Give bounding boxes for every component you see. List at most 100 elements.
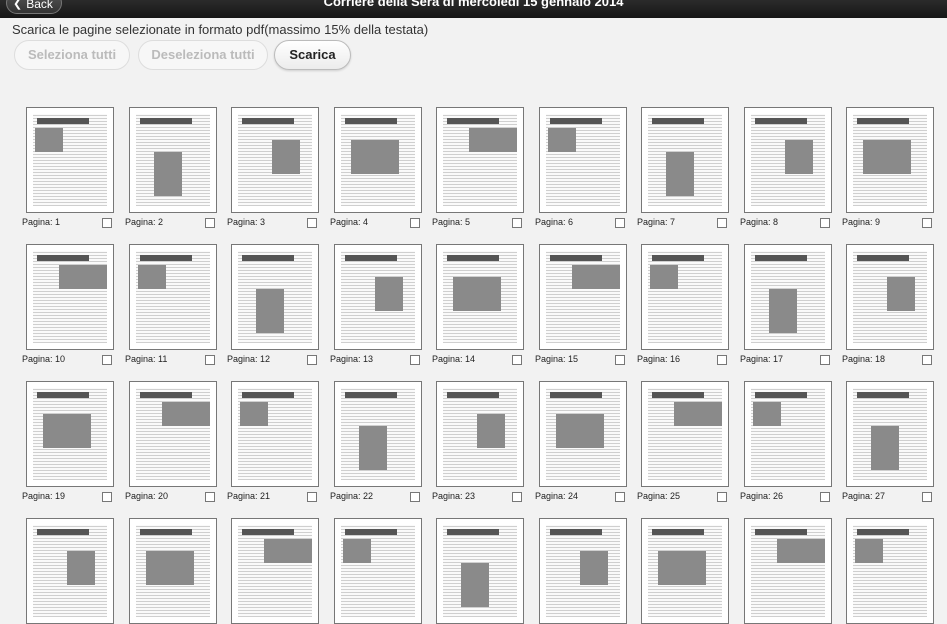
page-preview-photo	[658, 551, 706, 585]
page-label: Pagina: 9	[842, 217, 881, 227]
page-thumbnail[interactable]	[436, 244, 524, 350]
page-thumbnail[interactable]	[436, 107, 524, 213]
page-select-checkbox[interactable]	[410, 355, 420, 365]
page-select-checkbox[interactable]	[512, 355, 522, 365]
page-thumbnail[interactable]	[231, 518, 319, 624]
page-thumbnail[interactable]	[26, 107, 114, 213]
page-preview-headline	[857, 392, 909, 398]
page-preview-photo	[67, 551, 95, 585]
page-thumbnail[interactable]	[846, 381, 934, 487]
page-thumbnail[interactable]	[26, 381, 114, 487]
page-thumbnail[interactable]	[641, 518, 729, 624]
page-preview-headline	[345, 392, 397, 398]
page-preview-photo	[469, 128, 517, 152]
page-thumbnail[interactable]	[334, 107, 422, 213]
page-select-checkbox[interactable]	[615, 218, 625, 228]
page-select-checkbox[interactable]	[205, 492, 215, 502]
page-thumbnail[interactable]	[641, 381, 729, 487]
page-preview-headline	[652, 529, 704, 535]
page-thumbnail[interactable]	[231, 244, 319, 350]
page-select-checkbox[interactable]	[717, 218, 727, 228]
page-preview-headline	[242, 255, 294, 261]
page-select-checkbox[interactable]	[922, 355, 932, 365]
page-select-checkbox[interactable]	[512, 492, 522, 502]
page-thumbnail[interactable]	[744, 244, 832, 350]
page-label: Pagina: 11	[125, 354, 168, 364]
page-thumbnail[interactable]	[129, 518, 217, 624]
page-select-checkbox[interactable]	[102, 492, 112, 502]
page-preview-headline	[447, 255, 499, 261]
page-thumbnail[interactable]	[744, 381, 832, 487]
page-label: Pagina: 3	[227, 217, 266, 227]
page-label: Pagina: 6	[535, 217, 574, 227]
page-preview-headline	[652, 392, 704, 398]
page-preview-headline	[755, 255, 807, 261]
page-select-checkbox[interactable]	[922, 218, 932, 228]
page-select-checkbox[interactable]	[717, 492, 727, 502]
page-thumbnail[interactable]	[436, 518, 524, 624]
page-preview-photo	[461, 563, 489, 607]
page-preview-headline	[242, 118, 294, 124]
page-preview-headline	[345, 529, 397, 535]
page-thumbnail[interactable]	[231, 107, 319, 213]
page-preview-headline	[37, 529, 89, 535]
page-select-checkbox[interactable]	[922, 492, 932, 502]
page-thumbnail[interactable]	[129, 381, 217, 487]
page-select-checkbox[interactable]	[615, 492, 625, 502]
page-thumbnail[interactable]	[231, 381, 319, 487]
page-thumbnail[interactable]	[26, 244, 114, 350]
page-thumbnail[interactable]	[641, 107, 729, 213]
page-select-checkbox[interactable]	[820, 218, 830, 228]
page-thumbnail[interactable]	[846, 107, 934, 213]
page-preview-photo	[777, 539, 825, 563]
page-select-checkbox[interactable]	[717, 355, 727, 365]
page-select-checkbox[interactable]	[307, 492, 317, 502]
page-thumbnail[interactable]	[539, 518, 627, 624]
page-select-checkbox[interactable]	[102, 218, 112, 228]
page-preview-headline	[652, 255, 704, 261]
page-preview-photo	[548, 128, 576, 152]
page-preview-photo	[572, 265, 620, 289]
page-thumbnail[interactable]	[539, 244, 627, 350]
page-select-checkbox[interactable]	[102, 355, 112, 365]
page-select-checkbox[interactable]	[205, 218, 215, 228]
page-select-checkbox[interactable]	[205, 355, 215, 365]
page-select-checkbox[interactable]	[307, 218, 317, 228]
page-thumbnail[interactable]	[129, 244, 217, 350]
page-thumbnail[interactable]	[129, 107, 217, 213]
page-thumbnail[interactable]	[436, 381, 524, 487]
page-thumbnail[interactable]	[744, 107, 832, 213]
page-thumbnail[interactable]	[744, 518, 832, 624]
page-select-checkbox[interactable]	[512, 218, 522, 228]
page-thumbnail[interactable]	[846, 244, 934, 350]
page-preview-headline	[140, 529, 192, 535]
page-select-checkbox[interactable]	[307, 355, 317, 365]
page-label: Pagina: 19	[22, 491, 66, 501]
page-preview-headline	[140, 118, 192, 124]
page-preview-headline	[755, 392, 807, 398]
page-preview-headline	[242, 392, 294, 398]
page-thumbnail[interactable]	[334, 244, 422, 350]
page-preview-headline	[755, 118, 807, 124]
page-preview-photo	[453, 277, 501, 311]
page-select-checkbox[interactable]	[820, 355, 830, 365]
page-preview-photo	[871, 426, 899, 470]
page-thumbnail[interactable]	[26, 518, 114, 624]
page-select-checkbox[interactable]	[820, 492, 830, 502]
page-label: Pagina: 24	[535, 491, 579, 501]
page-thumbnail[interactable]	[539, 107, 627, 213]
page-thumbnail[interactable]	[334, 381, 422, 487]
page-select-checkbox[interactable]	[410, 492, 420, 502]
page-preview-headline	[447, 392, 499, 398]
page-label: Pagina: 20	[125, 491, 169, 501]
page-thumbnail[interactable]	[539, 381, 627, 487]
page-thumbnail[interactable]	[846, 518, 934, 624]
page-thumbnail[interactable]	[334, 518, 422, 624]
page-label: Pagina: 14	[432, 354, 476, 364]
page-preview-headline	[550, 118, 602, 124]
page-label: Pagina: 7	[637, 217, 676, 227]
page-select-checkbox[interactable]	[410, 218, 420, 228]
page-label: Pagina: 12	[227, 354, 271, 364]
page-select-checkbox[interactable]	[615, 355, 625, 365]
page-thumbnail[interactable]	[641, 244, 729, 350]
